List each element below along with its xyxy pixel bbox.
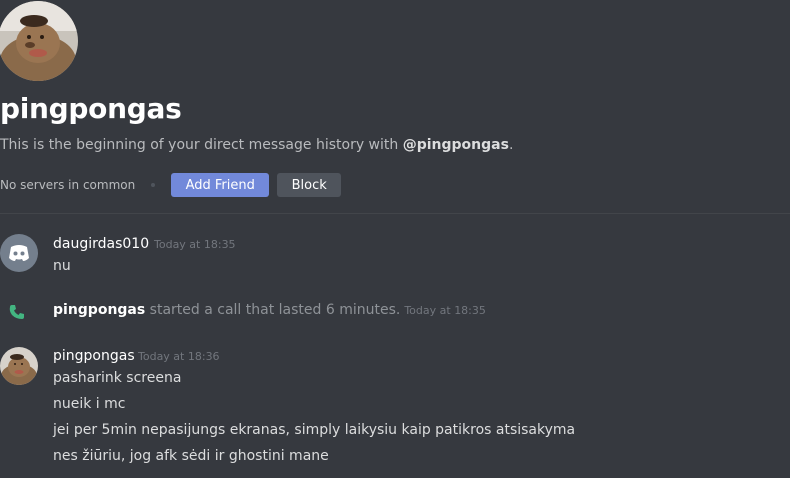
dm-channel: pingpongas This is the beginning of your…: [0, 0, 790, 478]
phone-icon: [9, 305, 24, 319]
profile-avatar-image: [0, 1, 78, 81]
intro-mention[interactable]: @pingpongas: [403, 137, 509, 153]
user-avatar-icon: [0, 347, 38, 385]
divider: [0, 213, 790, 214]
call-text: started a call that lasted 6 minutes.: [145, 302, 401, 318]
message-author[interactable]: pingpongas: [53, 348, 135, 364]
add-friend-button[interactable]: Add Friend: [171, 173, 270, 197]
call-timestamp: Today at 18:35: [404, 304, 486, 317]
message-content: nueik i mc: [53, 396, 126, 412]
discord-default-avatar-icon: [9, 245, 29, 261]
profile-avatar[interactable]: [0, 1, 78, 81]
profile-name: pingpongas: [0, 92, 182, 125]
message-content: pasharink screena: [53, 370, 182, 386]
dm-intro-text: This is the beginning of your direct mes…: [0, 137, 513, 153]
profile-actions: No servers in common Add Friend Block: [0, 173, 342, 197]
call-system-message: pingpongas started a call that lasted 6 …: [53, 302, 486, 318]
intro-prefix: This is the beginning of your direct mes…: [0, 137, 403, 153]
message-avatar[interactable]: [0, 347, 38, 385]
message-content: nu: [53, 258, 71, 274]
message-content: jei per 5min nepasijungs ekranas, simply…: [53, 422, 576, 438]
message-content: nes žiūriu, jog afk sėdi ir ghostini man…: [53, 448, 329, 464]
mutual-servers-text[interactable]: No servers in common: [0, 178, 135, 192]
call-author[interactable]: pingpongas: [53, 302, 145, 318]
message-timestamp: Today at 18:35: [154, 238, 236, 251]
message-avatar[interactable]: [0, 234, 38, 272]
separator-dot: [151, 183, 156, 187]
intro-suffix: .: [508, 137, 514, 153]
message-author[interactable]: daugirdas010: [53, 236, 149, 252]
block-button[interactable]: Block: [277, 173, 342, 197]
message-timestamp: Today at 18:36: [138, 350, 220, 363]
